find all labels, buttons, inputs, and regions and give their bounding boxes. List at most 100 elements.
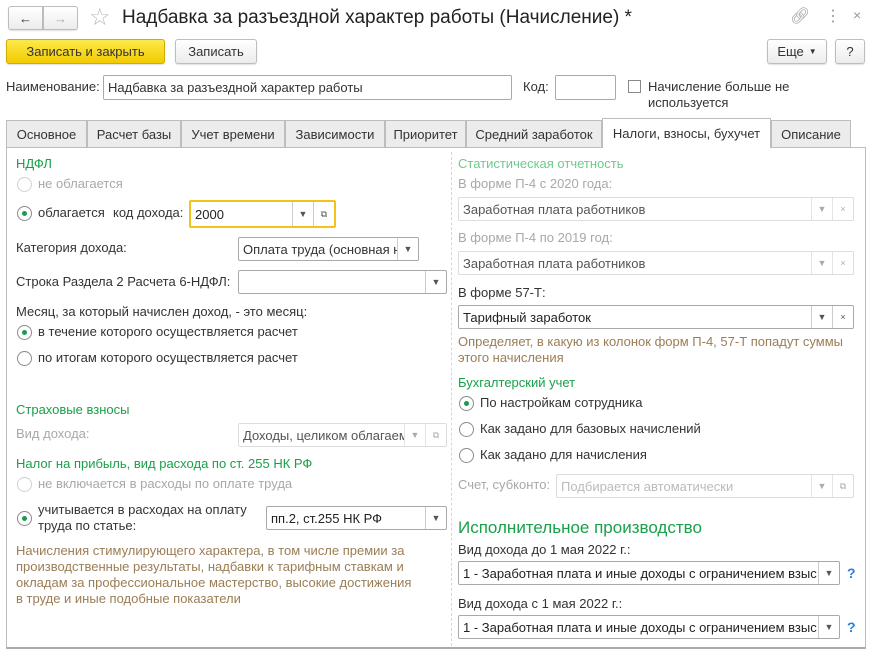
as-base-radio[interactable]	[459, 422, 474, 437]
as-base-label: Как задано для базовых начислений	[480, 421, 701, 436]
tab-taxes[interactable]: Налоги, взносы, бухучет	[602, 118, 771, 148]
profit-note-line: окладам за профессиональное мастерство, …	[16, 575, 412, 590]
forward-button[interactable]: →	[43, 6, 78, 30]
category-label: Категория дохода:	[16, 240, 127, 255]
unused-label: Начисление больше не	[648, 79, 790, 94]
open-icon[interactable]: ⧉	[425, 424, 446, 446]
dropdown-icon[interactable]: ▼	[404, 424, 425, 446]
open-icon[interactable]: ⧉	[313, 202, 334, 226]
as-accrual-radio[interactable]	[459, 448, 474, 463]
profit-note-line: производственные результаты, надбавки к …	[16, 559, 404, 574]
clear-icon[interactable]: ×	[832, 198, 853, 220]
month-result-radio[interactable]	[17, 351, 32, 366]
column-divider	[451, 152, 452, 646]
category-value: Оплата труда (основная н	[243, 241, 397, 257]
p4-2020-value: Заработная плата работников	[463, 201, 646, 217]
included-label-2: труда по статье:	[38, 518, 137, 533]
star-icon[interactable]: ☆	[89, 3, 111, 32]
more-menu-icon[interactable]: ⋮	[825, 6, 841, 26]
included-radio[interactable]	[17, 511, 32, 526]
article-select[interactable]: пп.2, ст.255 НК РФ ▼	[266, 506, 447, 530]
row-6ndfl-select[interactable]: ▼	[238, 270, 447, 294]
after-select[interactable]: 1 - Заработная плата и иные доходы с огр…	[458, 615, 840, 639]
after-value: 1 - Заработная плата и иные доходы с огр…	[463, 619, 817, 635]
help-button[interactable]: ?	[835, 39, 865, 64]
p4-2020-label: В форме П-4 с 2020 года:	[458, 176, 613, 191]
profit-tax-title: Налог на прибыль, вид расхода по ст. 255…	[16, 456, 313, 471]
month-label: Месяц, за который начислен доход, - это …	[16, 304, 308, 319]
tab-priority[interactable]: Приоритет	[385, 120, 466, 147]
back-button[interactable]: ←	[8, 6, 43, 30]
name-label: Наименование:	[6, 79, 100, 94]
code-field[interactable]	[555, 75, 616, 100]
ndfl-title: НДФЛ	[16, 156, 52, 171]
stats-title: Статистическая отчетность	[458, 156, 624, 171]
row-6ndfl-label: Строка Раздела 2 Расчета 6-НДФЛ:	[16, 274, 231, 289]
profit-note-line: в труде и иные подобные показатели	[16, 591, 241, 606]
name-field[interactable]: Надбавка за разъездной характер работы	[103, 75, 512, 100]
help-icon[interactable]: ?	[847, 565, 856, 581]
p4-2019-select[interactable]: Заработная плата работников ▼ ×	[458, 251, 854, 275]
enforcement-title: Исполнительное производство	[458, 518, 702, 537]
stats-note-line: этого начисления	[458, 350, 564, 365]
save-button[interactable]: Записать	[175, 39, 257, 64]
month-result-label: по итогам которого осуществляется расчет	[38, 350, 298, 365]
tab-time[interactable]: Учет времени	[181, 120, 285, 147]
tab-description[interactable]: Описание	[771, 120, 851, 147]
window-title: Надбавка за разъездной характер работы (…	[122, 7, 632, 28]
month-current-radio[interactable]	[17, 325, 32, 340]
not-included-label: не включается в расходы по оплате труда	[38, 476, 293, 491]
insurance-income-value: Доходы, целиком облагаем	[243, 427, 404, 443]
clear-icon[interactable]: ×	[832, 306, 853, 328]
name-value: Надбавка за разъездной характер работы	[108, 80, 363, 95]
f57-select[interactable]: Тарифный заработок ▼ ×	[458, 305, 854, 329]
dropdown-icon[interactable]: ▼	[818, 562, 839, 584]
insurance-income-select[interactable]: Доходы, целиком облагаем ▼ ⧉	[238, 423, 447, 447]
more-button[interactable]: Еще ▼	[767, 39, 827, 64]
dropdown-icon[interactable]: ▼	[292, 202, 313, 226]
dropdown-icon[interactable]: ▼	[811, 252, 832, 274]
category-select[interactable]: Оплата труда (основная н ▼	[238, 237, 419, 261]
month-current-label: в течение которого осуществляется расчет	[38, 324, 298, 339]
income-code-label: код дохода:	[113, 205, 184, 220]
tab-dependencies[interactable]: Зависимости	[285, 120, 385, 147]
save-and-close-button[interactable]: Записать и закрыть	[6, 39, 165, 64]
by-employee-radio[interactable]	[459, 396, 474, 411]
included-label: учитывается в расходах на оплату	[38, 502, 247, 517]
article-value: пп.2, ст.255 НК РФ	[271, 510, 383, 526]
income-code-field[interactable]: 2000 ▼ ⧉	[189, 200, 336, 228]
dropdown-icon[interactable]: ▼	[818, 616, 839, 638]
p4-2019-label: В форме П-4 по 2019 год:	[458, 230, 613, 245]
p4-2019-value: Заработная плата работников	[463, 255, 646, 271]
before-value: 1 - Заработная плата и иные доходы с огр…	[463, 565, 817, 581]
dropdown-icon[interactable]: ▼	[811, 306, 832, 328]
clear-icon[interactable]: ×	[832, 252, 853, 274]
more-label: Еще	[777, 44, 804, 59]
after-label: Вид дохода с 1 мая 2022 г.:	[458, 596, 623, 611]
not-taxed-radio[interactable]	[17, 177, 32, 192]
p4-2020-select[interactable]: Заработная плата работников ▼ ×	[458, 197, 854, 221]
f57-value: Тарифный заработок	[463, 309, 591, 325]
dropdown-icon[interactable]: ▼	[425, 271, 446, 293]
before-select[interactable]: 1 - Заработная плата и иные доходы с огр…	[458, 561, 840, 585]
profit-note-line: Начисления стимулирующего характера, в т…	[16, 543, 405, 558]
not-included-radio[interactable]	[17, 477, 32, 492]
unused-label-2: используется	[648, 95, 729, 110]
link-icon[interactable]: 🔗︎	[790, 6, 810, 26]
account-label: Счет, субконто:	[458, 477, 551, 492]
dropdown-icon[interactable]: ▼	[425, 507, 446, 529]
dropdown-icon[interactable]: ▼	[397, 238, 418, 260]
account-select[interactable]: Подбирается автоматически ▼ ⧉	[556, 474, 854, 498]
open-icon[interactable]: ⧉	[832, 475, 853, 497]
tab-base-calc[interactable]: Расчет базы	[87, 120, 181, 147]
dropdown-icon[interactable]: ▼	[811, 198, 832, 220]
taxed-radio[interactable]	[17, 206, 32, 221]
help-icon[interactable]: ?	[847, 619, 856, 635]
taxed-label: облагается	[38, 205, 105, 220]
dropdown-icon[interactable]: ▼	[811, 475, 832, 497]
tab-average-earnings[interactable]: Средний заработок	[466, 120, 602, 147]
unused-checkbox[interactable]	[628, 80, 641, 93]
income-code-value: 2000	[195, 206, 224, 222]
close-icon[interactable]: ×	[853, 7, 861, 23]
tab-main[interactable]: Основное	[6, 120, 87, 147]
